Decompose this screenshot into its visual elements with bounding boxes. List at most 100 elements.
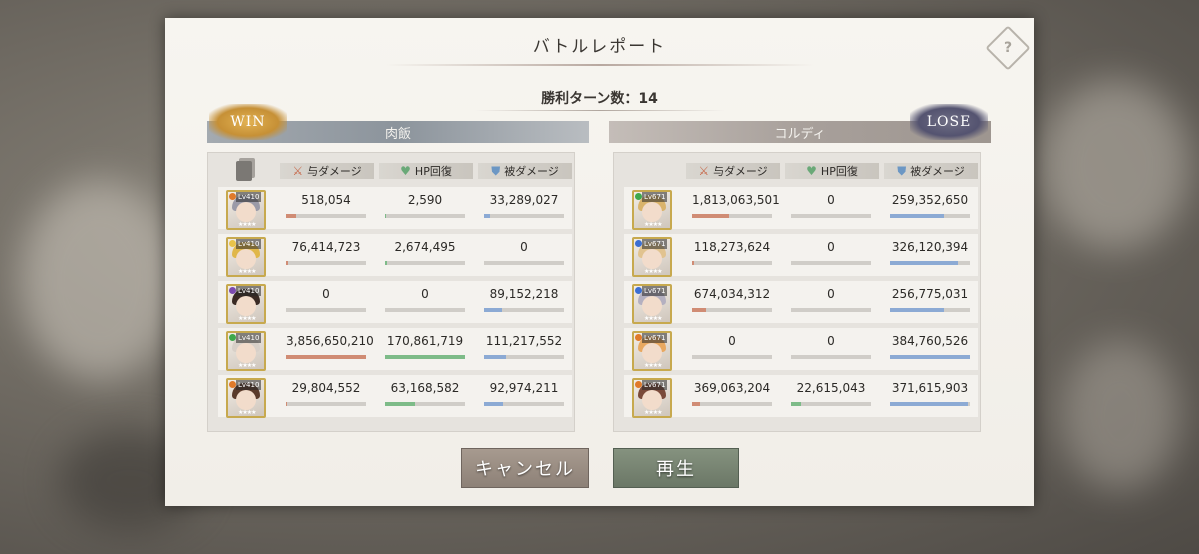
rarity-stars: ★★★★ [238,409,256,416]
member-row: Lv410 ★★★★ 3,856,650,210 170,861,719 111,217… [218,328,572,371]
col-damage-header: ⚔ 与ダメージ [280,163,374,179]
damage-bar [286,261,366,265]
heal-bar-fill [385,402,415,406]
level-label: Lv671 [642,380,668,390]
taken-value: 256,775,031 [891,287,969,301]
taken-bar-fill [484,308,502,312]
rarity-stars: ★★★★ [238,221,256,228]
dialog-title: バトルレポート [532,37,667,57]
shield-icon: ⛊ [491,163,501,178]
damage-bar-fill [286,261,288,265]
battle-report-dialog: バトルレポート ? 勝利ターン数：14 肉飯 コルディ WIN LOSE ⚔ 与ダ… [165,18,1034,506]
heal-value: 0 [827,240,835,254]
turns-divider [475,110,725,111]
member-row: Lv671 ★★★★ 674,034,312 0 256,775,031 [624,281,978,324]
character-avatar[interactable]: Lv410 ★★★★ [226,237,266,277]
heal-value: 2,674,495 [394,240,456,254]
heal-value: 0 [827,287,835,301]
damage-bar-fill [692,402,700,406]
copy-icon[interactable] [236,161,252,181]
col-taken-header: ⛊ 被ダメージ [884,163,978,179]
taken-value: 371,615,903 [891,381,969,395]
character-avatar[interactable]: Lv410 ★★★★ [226,378,266,418]
rarity-stars: ★★★★ [238,315,256,322]
member-row: Lv410 ★★★★ 29,804,552 63,168,582 92,974,211 [218,375,572,418]
element-icon [635,287,642,294]
element-icon [229,240,236,247]
level-label: Lv671 [642,333,668,343]
taken-bar-fill [890,261,958,265]
cancel-button[interactable]: キャンセル [461,448,589,488]
taken-bar-fill [890,402,968,406]
element-icon [229,287,236,294]
right-team-stats: ⚔ 与ダメージ ♥ HP回復 ⛊ 被ダメージ Lv671 ★★★★ 1,813,063,5… [613,152,981,432]
col-taken-header: ⛊ 被ダメージ [478,163,572,179]
taken-value: 0 [520,240,528,254]
character-avatar[interactable]: Lv671 ★★★★ [632,331,672,371]
rarity-stars: ★★★★ [644,362,662,369]
damage-bar [692,261,772,265]
damage-value: 118,273,624 [693,240,771,254]
damage-value: 369,063,204 [693,381,771,395]
heart-icon: ♥ [806,164,817,178]
taken-bar-fill [890,214,944,218]
character-avatar[interactable]: Lv671 ★★★★ [632,237,672,277]
taken-bar [890,214,970,218]
taken-bar-fill [890,355,970,359]
heal-bar [791,261,871,265]
character-avatar[interactable]: Lv410 ★★★★ [226,190,266,230]
title-divider [385,64,815,66]
taken-bar [890,355,970,359]
taken-value: 33,289,027 [489,193,559,207]
taken-value: 326,120,394 [891,240,969,254]
damage-bar-fill [692,214,729,218]
heal-bar [385,308,465,312]
taken-bar-fill [484,402,504,406]
member-row: Lv671 ★★★★ 118,273,624 0 326,120,394 [624,234,978,277]
damage-bar-fill [286,355,366,359]
heal-bar [791,402,871,406]
damage-bar [286,402,366,406]
damage-value: 518,054 [301,193,351,207]
damage-value: 3,856,650,210 [286,334,374,348]
level-label: Lv410 [236,286,262,296]
member-row: Lv671 ★★★★ 369,063,204 22,615,043 371,615,90… [624,375,978,418]
rarity-stars: ★★★★ [644,221,662,228]
member-row: Lv410 ★★★★ 0 0 89,152,218 [218,281,572,324]
heal-value: 0 [421,287,429,301]
heal-value: 22,615,043 [796,381,866,395]
character-avatar[interactable]: Lv410 ★★★★ [226,284,266,324]
character-avatar[interactable]: Lv410 ★★★★ [226,331,266,371]
heal-bar [791,355,871,359]
damage-value: 29,804,552 [291,381,361,395]
taken-bar [890,261,970,265]
play-button[interactable]: 再生 [613,448,739,488]
sword-icon: ⚔ [292,164,304,178]
heal-bar [385,214,465,218]
character-avatar[interactable]: Lv671 ★★★★ [632,378,672,418]
heal-bar-fill [385,214,386,218]
damage-value: 0 [322,287,330,301]
rarity-stars: ★★★★ [644,268,662,275]
taken-bar [484,355,564,359]
heal-bar [385,355,465,359]
victory-turns: 勝利ターン数：14 [541,91,658,107]
level-label: Lv671 [642,192,668,202]
damage-value: 76,414,723 [291,240,361,254]
col-heal-header: ♥ HP回復 [379,163,473,179]
heart-icon: ♥ [400,164,411,178]
damage-bar [692,308,772,312]
member-row: Lv410 ★★★★ 518,054 2,590 33,289,027 [218,187,572,230]
taken-bar-fill [890,308,944,312]
shield-icon: ⛊ [897,163,907,178]
rarity-stars: ★★★★ [238,362,256,369]
heal-value: 0 [827,334,835,348]
damage-bar-fill [286,402,287,406]
heal-bar-fill [385,261,387,265]
damage-bar [692,402,772,406]
damage-bar [286,214,366,218]
heal-bar [791,214,871,218]
character-avatar[interactable]: Lv671 ★★★★ [632,284,672,324]
damage-bar-fill [286,214,297,218]
character-avatar[interactable]: Lv671 ★★★★ [632,190,672,230]
